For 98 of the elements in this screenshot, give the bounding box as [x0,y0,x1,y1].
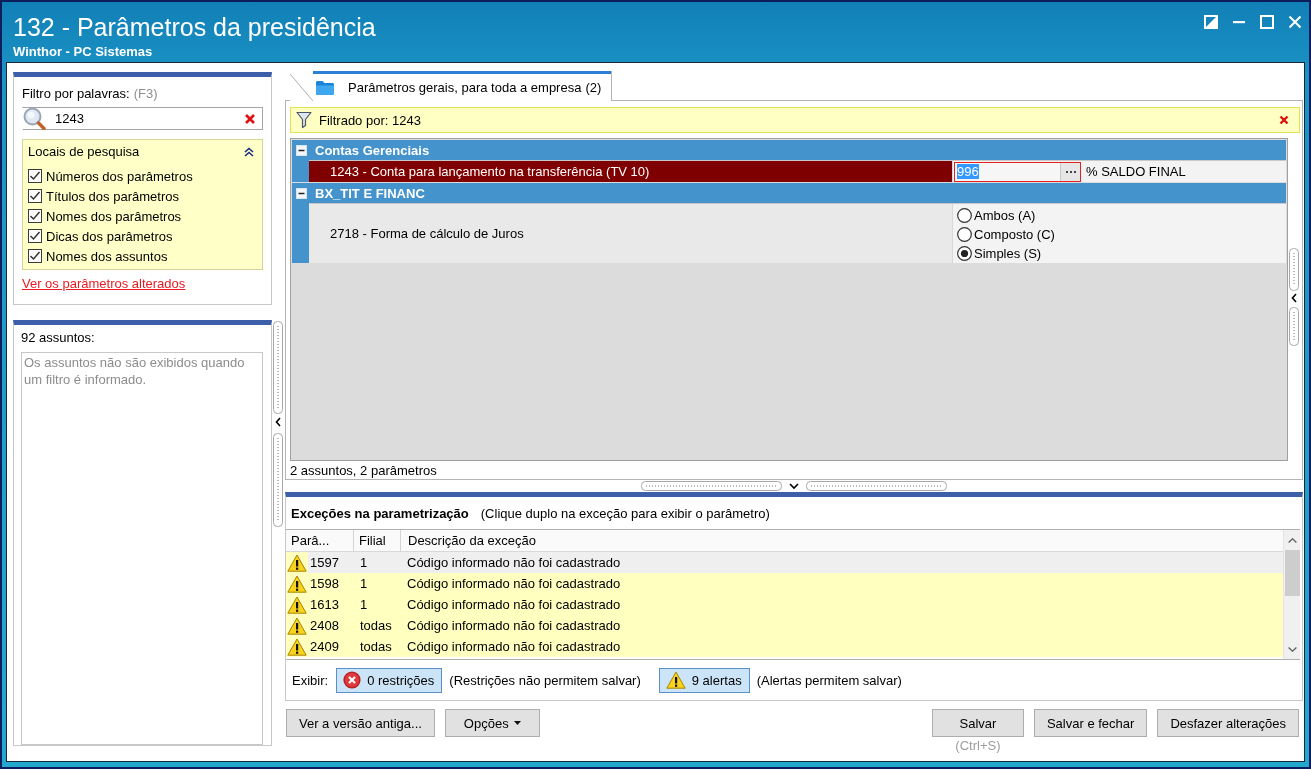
window-title: 132 - Parâmetros da presidência [13,13,376,42]
subjects-count: 92 assuntos: [21,330,96,346]
checkbox[interactable] [28,169,42,183]
table-cell-text: todas [359,617,393,635]
splitter-handle[interactable] [1288,248,1300,346]
table-cell-text: 1 [359,575,369,593]
warning-icon [287,637,307,656]
clear-icon[interactable] [244,112,256,125]
table-cell-text: 1 [359,596,369,614]
browse-button[interactable] [1060,162,1080,181]
exception-row[interactable]: 1613 1 Código informado não foi cadastrado [286,594,1283,615]
table-cell: 1 [352,552,399,573]
radio-label[interactable]: Ambos (A) [974,207,1036,223]
empty-message: Os assuntos não são exibidos quando um filtro é informado. [24,354,246,388]
summary-text: 2 assuntos, 2 parâmetros [290,463,438,479]
push-button[interactable]: Salvar [931,709,1024,737]
scroll-thumb[interactable] [1284,550,1300,596]
checkbox[interactable] [28,189,42,203]
filter-text: Filtrado por: 1243 [319,112,421,128]
splitter-handle[interactable] [641,481,947,491]
close-icon[interactable] [1288,15,1302,29]
exception-row[interactable]: 2409 todas Código informado não foi cadastrado [286,636,1283,657]
section-title: Exceções na parametrização [291,505,469,521]
table-cell-text: 1613 [309,596,340,614]
shortcut-hint: (Ctrl+S) [955,737,1001,754]
half-filled-square-icon[interactable] [1204,15,1218,29]
exception-row[interactable]: 1597 1 Código informado não foi cadastrado [286,552,1283,573]
warning-icon [287,616,307,635]
table-cell-text: Código informado não foi cadastrado [406,596,622,614]
checkbox[interactable] [28,249,42,263]
tab[interactable]: Parâmetros gerais, para toda a empresa (2) [290,71,613,101]
radio-button[interactable] [957,207,972,223]
value-description: % SALDO FINAL [1086,164,1186,179]
checkbox-label[interactable]: Nomes dos parâmetros [46,208,182,224]
checkbox-label[interactable]: Nomes dos assuntos [46,248,168,264]
push-button[interactable]: Desfazer alterações [1157,709,1299,737]
table-cell-text: todas [359,638,393,656]
table-cell-text: Código informado não foi cadastrado [406,617,622,635]
hint-text: (Clique duplo na exceção para exibir o parâmetro) [480,505,770,521]
chevron-up-icon[interactable] [1287,538,1297,543]
warning-icon [287,595,307,614]
radio-button[interactable] [957,226,972,242]
push-button[interactable]: Salvar e fechar [1033,709,1148,737]
chevron-down-icon[interactable] [1287,647,1297,652]
section-title: Locais de pesquisa [28,144,140,160]
radio-label[interactable]: Simples (S) [974,245,1042,261]
group-title: BX_TIT E FINANC [315,185,425,201]
minus-box-icon[interactable] [296,144,307,156]
filter-label: Filtro por palavras: [22,86,130,102]
ellipsis-icon [1065,170,1076,173]
maximize-icon[interactable] [1260,15,1274,29]
folder-icon [316,80,334,95]
column-header[interactable]: Parâ... [286,530,354,551]
warning-icon [665,671,686,689]
parameter-name[interactable]: 1243 - Conta para lançamento na transferência (TV 10) [309,161,952,182]
clear-filter-icon[interactable] [1279,115,1289,125]
funnel-icon [296,111,312,129]
search-field[interactable]: 1243 [22,107,263,130]
group-title: Contas Gerenciais [315,142,430,158]
splitter-handle[interactable] [273,321,284,527]
link[interactable]: Ver os parâmetros alterados [22,276,186,292]
note-text: (Alertas permitem salvar) [756,672,902,688]
checkbox-label[interactable]: Números dos parâmetros [46,168,193,184]
radio-label[interactable]: Composto (C) [974,226,1055,242]
warning-icon [287,574,307,593]
caret-icon [513,721,521,725]
subjects-list[interactable]: Os assuntos não são exibidos quando um filtro é informado. [21,352,263,745]
search-icon [23,107,46,130]
table-cell-text: 2408 [309,617,340,635]
show-label: Exibir: [292,672,329,688]
warning-icon [287,553,307,572]
checkbox[interactable] [28,229,42,243]
checkbox-label[interactable]: Dicas dos parâmetros [46,228,173,244]
note-text: (Restrições não permitem salvar) [449,672,641,688]
column-header[interactable]: Filial [354,530,401,551]
double-chevron-up-icon[interactable] [244,147,254,157]
toggle-button[interactable]: 9 alertas [658,667,750,693]
push-button[interactable]: Ver a versão antiga... [286,709,435,737]
error-icon [343,671,362,689]
table-cell-text: Código informado não foi cadastrado [406,575,622,593]
scrollbar[interactable] [1283,530,1300,659]
radio-button[interactable] [957,245,972,261]
table-cell: 1597 [308,552,352,573]
parameter-name[interactable]: 2718 - Forma de cálculo de Juros [309,204,952,263]
table-cell-text: 1598 [309,575,340,593]
menu-button[interactable]: Opções [444,709,540,737]
checkbox[interactable] [28,209,42,223]
exception-row[interactable]: 2408 todas Código informado não foi cadastrado [286,615,1283,636]
toggle-button[interactable]: 0 restrições [336,667,443,693]
table-cell: Código informado não foi cadastrado [399,552,1283,573]
checkbox-label[interactable]: Títulos dos parâmetros [46,188,179,204]
column-header[interactable]: Descrição da exceção [401,530,1283,551]
minus-box-icon[interactable] [296,187,307,199]
table-cell-text: Código informado não foi cadastrado [406,638,622,656]
shortcut-hint: (F3) [133,86,158,102]
table-cell-text: 2409 [309,638,340,656]
exception-row[interactable]: 1598 1 Código informado não foi cadastrado [286,573,1283,594]
window-subtitle: Winthor - PC Sistemas [13,44,154,60]
